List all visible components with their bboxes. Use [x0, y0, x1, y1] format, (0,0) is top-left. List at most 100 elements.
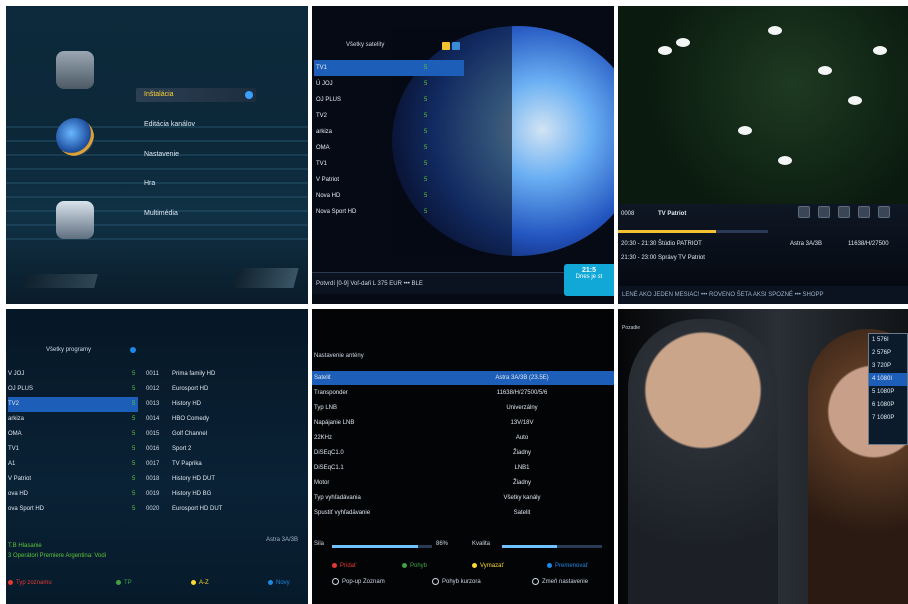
channel-row[interactable]: TV2 5 — [314, 108, 464, 124]
resolution-option[interactable]: 3 720P — [869, 360, 907, 373]
footer-green-button[interactable]: TP — [116, 571, 132, 595]
channel-number: 5 — [132, 431, 136, 437]
menu-item-channel-editing[interactable]: Editácia kanálov — [136, 118, 256, 132]
setting-row[interactable]: Satelit Astra 3A/3B (23.5E) — [312, 371, 614, 385]
channel-row[interactable]: TV2 5 — [8, 397, 138, 412]
channel-row[interactable]: V JOJ 5 — [8, 367, 138, 382]
resolution-option[interactable]: 7 1080P — [869, 412, 907, 425]
setting-value: Auto — [515, 435, 529, 441]
program-progress-fill — [618, 230, 716, 233]
setting-row[interactable]: DiSEqC1.1 LNB1 — [312, 461, 614, 475]
channel-row[interactable]: ova Sport HD 5 — [8, 502, 138, 517]
add-button[interactable]: Pridať — [332, 559, 356, 573]
rename-button[interactable]: Premenovať — [547, 559, 588, 573]
channel-row[interactable]: OMA 5 — [314, 140, 464, 156]
channel-row[interactable]: V Patriot 5 — [314, 172, 464, 188]
setting-row[interactable]: Typ vyhľadávania Všetky kanály — [312, 491, 614, 505]
setting-row[interactable]: Spustiť vyhľadávanie Satelit — [312, 506, 614, 520]
setting-row[interactable]: DiSEqC1.0 Žiadny — [312, 446, 614, 460]
channel-name: V Patriot — [316, 177, 340, 183]
channel-row[interactable]: Ú JOJ 5 — [314, 76, 464, 92]
channel-row[interactable]: TV1 5 — [8, 442, 138, 457]
channel-row[interactable]: 0013 History HD — [146, 397, 306, 412]
channel-row[interactable]: 0020 Eurosport HD DUT — [146, 502, 306, 517]
footer-red-button[interactable]: Typ zoznamu — [8, 571, 52, 595]
channel-name: V JOJ — [8, 371, 25, 377]
channel-name: TV1 — [8, 446, 20, 452]
resolution-option[interactable]: 4 1080I — [869, 373, 907, 386]
channel-row[interactable]: 0011 Prima family HD — [146, 367, 306, 382]
channel-name: History HD BG — [172, 491, 212, 497]
antenna-settings-panel: Nastavenie antény Satelit Astra 3A/3B (23… — [312, 309, 614, 604]
setting-row[interactable]: Transponder 11638/H/27500/5/6 — [312, 386, 614, 400]
move-button[interactable]: Pohyb — [402, 559, 427, 573]
delete-button[interactable]: Vymazať — [472, 559, 504, 573]
channel-row[interactable]: 0015 Golf Channel — [146, 427, 306, 442]
channel-row[interactable]: OMA 5 — [8, 427, 138, 442]
setting-row[interactable]: Typ LNB Univerzálny — [312, 401, 614, 415]
installation-icon — [56, 51, 94, 89]
teletext-icon — [818, 206, 830, 218]
channel-number: 5 — [424, 193, 428, 199]
channel-row[interactable]: TV1 5 — [314, 156, 464, 172]
setting-row[interactable]: Napájanie LNB 13V/18V — [312, 416, 614, 430]
channel-row[interactable]: 0014 HBO Comedy — [146, 412, 306, 427]
channel-number: 5 — [424, 113, 428, 119]
resolution-overlay-panel: Pozadie 1 576I 2 576P 3 720P 4 1080I 5 1… — [618, 309, 908, 604]
channel-row[interactable]: ova HD 5 — [8, 487, 138, 502]
setting-row[interactable]: Motor Žiadny — [312, 476, 614, 490]
menu-item-label: Nastavenie — [144, 151, 180, 158]
footer-blue-button[interactable]: Novy — [268, 571, 290, 595]
next-program: 21:30 - 23:00 Správy TV Patriot — [621, 255, 705, 261]
channel-name: TV2 — [316, 113, 328, 119]
channel-number: 0008 — [621, 211, 635, 217]
channel-row[interactable]: 0017 TV Paprika — [146, 457, 306, 472]
channel-row[interactable]: arkiza 5 — [8, 412, 138, 427]
channel-row[interactable]: 0018 History HD DUT — [146, 472, 306, 487]
footer-yellow-button[interactable]: A-Z — [191, 571, 209, 595]
brand-logo — [24, 274, 98, 288]
channel-row[interactable]: TV1 5 — [314, 60, 464, 76]
channel-row[interactable]: arkiza 5 — [314, 124, 464, 140]
channel-row[interactable]: OJ PLUS 5 — [8, 382, 138, 397]
channel-row[interactable]: 0012 Eurosport HD — [146, 382, 306, 397]
help-move-cursor: Pohyb kurzora — [432, 575, 481, 589]
channel-code: 0015 — [146, 431, 160, 437]
channel-number: 5 — [424, 65, 428, 71]
channel-name: TV Patriot — [658, 211, 687, 217]
menu-item-game[interactable]: Hra — [136, 177, 256, 191]
resolution-option[interactable]: 2 576P — [869, 347, 907, 360]
channel-code: 0019 — [146, 491, 160, 497]
channel-name: History HD — [172, 401, 202, 407]
channel-row[interactable]: OJ PLUS 5 — [314, 92, 464, 108]
channel-name: Golf Channel — [172, 431, 208, 437]
channel-number: 5 — [424, 177, 428, 183]
resolution-option[interactable]: 1 576I — [869, 334, 907, 347]
footer-buttons: Typ zoznamu TP A-Z Novy — [6, 571, 308, 595]
channel-code: 0020 — [146, 506, 160, 512]
channel-number: 5 — [424, 97, 428, 103]
setting-label: Satelit — [314, 375, 331, 381]
channel-name: OJ PLUS — [316, 97, 342, 103]
resolution-option[interactable]: 6 1080P — [869, 399, 907, 412]
channel-row[interactable]: Nova Sport HD 5 — [314, 204, 464, 220]
channel-row[interactable]: 0019 History HD BG — [146, 487, 306, 502]
setting-label: Typ LNB — [314, 405, 338, 411]
header-dot-icon — [130, 347, 136, 353]
channel-number: 5 — [132, 461, 136, 467]
channel-row[interactable]: Nova HD 5 — [314, 188, 464, 204]
menu-item-multimedia[interactable]: Multimédia — [136, 207, 256, 221]
channel-name: Nova HD — [316, 193, 341, 199]
colored-buttons: Pridať Pohyb Vymazať Premenovať — [312, 559, 614, 573]
setting-row[interactable]: 22KHz Auto — [312, 431, 614, 445]
menu-item-installation[interactable]: Inštalácia — [136, 88, 256, 102]
green-dot-icon — [116, 579, 121, 585]
channel-row[interactable]: A1 5 — [8, 457, 138, 472]
channel-name: ova Sport HD — [8, 506, 45, 512]
resolution-option[interactable]: 5 1080P — [869, 386, 907, 399]
red-dot-icon — [8, 579, 13, 585]
channel-row[interactable]: 0016 Sport 2 — [146, 442, 306, 457]
menu-item-settings[interactable]: Nastavenie — [136, 148, 256, 162]
channel-row[interactable]: V Patriot 5 — [8, 472, 138, 487]
computer-icon — [56, 201, 94, 239]
